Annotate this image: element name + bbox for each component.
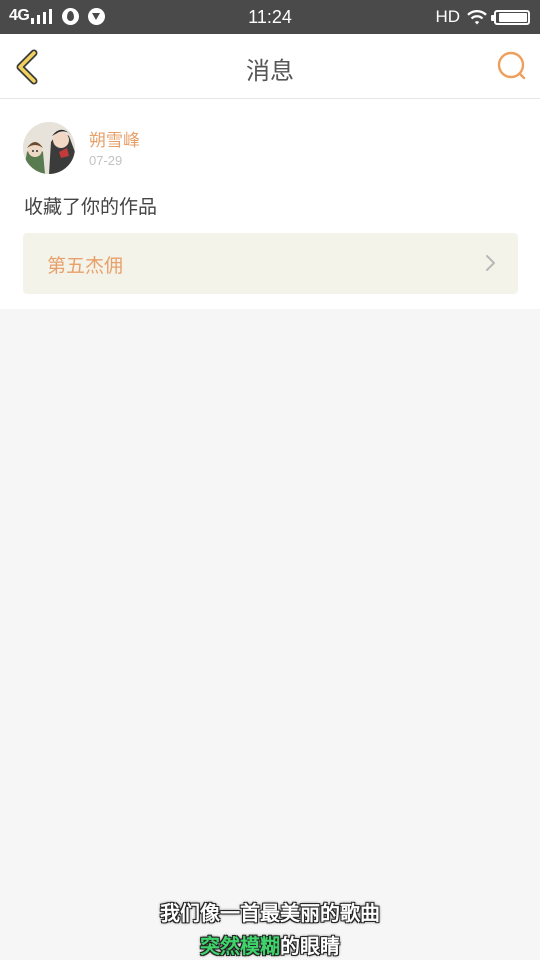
work-title: 第五杰佣 <box>47 255 124 277</box>
page-title: 消息 <box>246 57 294 85</box>
nav-bar: 消息 <box>0 34 540 99</box>
avatar[interactable] <box>23 122 75 174</box>
chevron-right-icon <box>486 255 495 271</box>
username[interactable]: 朔雪峰 <box>89 126 140 151</box>
subtitle-highlight: 突然模糊 <box>200 934 280 958</box>
subtitle-line-2: 突然模糊的眼睛 <box>0 930 540 959</box>
message-text: 收藏了你的作品 <box>24 196 158 218</box>
battery-icon <box>491 9 530 25</box>
avatar-illustration <box>23 122 75 174</box>
work-link[interactable]: 第五杰佣 <box>23 233 518 294</box>
search-button[interactable] <box>496 50 528 82</box>
status-bar: 4G 11:24 HD <box>0 0 540 34</box>
hd-indicator: HD <box>435 7 460 26</box>
subtitle-line-1: 我们像一首最美丽的歌曲 <box>160 901 380 925</box>
subtitle-rest: 的眼睛 <box>280 934 340 958</box>
battery-level <box>498 12 527 22</box>
search-icon <box>497 51 526 80</box>
wifi-icon <box>467 10 487 25</box>
message-card: 朔雪峰 07-29 收藏了你的作品 第五杰佣 <box>0 99 540 309</box>
status-right: HD <box>435 7 530 27</box>
message-date: 07-29 <box>89 153 123 168</box>
